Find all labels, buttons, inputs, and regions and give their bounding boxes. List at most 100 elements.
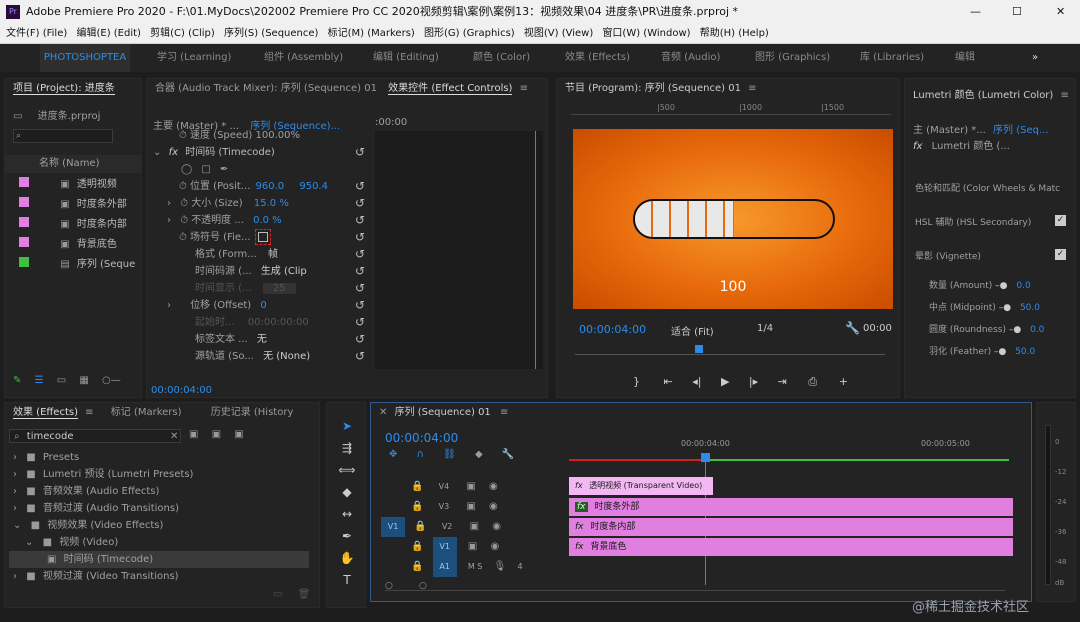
- panel-menu-icon[interactable]: ≡: [500, 407, 508, 418]
- collapse-arrow-icon[interactable]: ⌄: [13, 520, 21, 531]
- workspace-assembly[interactable]: 组件 (Assembly): [264, 44, 343, 72]
- param-slider[interactable]: –●: [995, 281, 1007, 291]
- reset-icon[interactable]: ↺: [355, 263, 365, 280]
- panel-menu-icon[interactable]: ≡: [520, 83, 528, 94]
- track-label[interactable]: A1: [432, 557, 457, 577]
- markers-tab[interactable]: 标记 (Markers): [111, 407, 182, 418]
- source-patch-v1[interactable]: V1: [381, 517, 405, 537]
- effects-search-input[interactable]: ⌕ timecode ✕: [9, 429, 181, 443]
- eye-icon[interactable]: ◉: [492, 521, 501, 532]
- sync-lock-icon[interactable]: ▣: [468, 541, 477, 552]
- expand-arrow-icon[interactable]: ›: [13, 469, 17, 480]
- expand-arrow-icon[interactable]: ›: [167, 198, 171, 209]
- audio-mixer-tab[interactable]: 合器 (Audio Track Mixer): 序列 (Sequence) 01: [155, 83, 377, 94]
- program-timecode[interactable]: 00:00:04:00: [579, 323, 646, 336]
- label-text-dropdown[interactable]: 无: [257, 334, 267, 345]
- sync-lock-icon[interactable]: ▣: [470, 521, 479, 532]
- play-icon[interactable]: ▶: [721, 375, 729, 388]
- reset-icon[interactable]: ↺: [355, 280, 365, 297]
- effects-item-selected[interactable]: ▣ 时间码 (Timecode): [9, 551, 309, 568]
- add-marker-icon[interactable]: ◆: [475, 449, 483, 460]
- button-editor-icon[interactable]: +: [839, 375, 848, 388]
- ripple-edit-tool-icon[interactable]: ⟺: [337, 463, 357, 485]
- reset-icon[interactable]: ↺: [355, 178, 365, 195]
- linked-selection-icon[interactable]: ⛓: [443, 449, 456, 460]
- timeline-playhead-head[interactable]: [701, 453, 710, 462]
- reset-icon[interactable]: ↺: [355, 195, 365, 212]
- type-tool-icon[interactable]: T: [337, 573, 357, 595]
- export-frame-icon[interactable]: ⎙: [808, 375, 817, 388]
- effects-folder[interactable]: ⌄ ■ 视频 (Video): [9, 534, 309, 551]
- close-window-button[interactable]: ✕: [1056, 0, 1065, 24]
- new-bin-icon[interactable]: ▭: [273, 589, 282, 600]
- clip-progress-inner[interactable]: fx 时度条内部: [569, 518, 1013, 536]
- clip-transparent-video[interactable]: fx 透明视频 (Transparent Video): [569, 477, 713, 495]
- rect-mask-icon[interactable]: □: [201, 164, 210, 175]
- workspace-effects[interactable]: 效果 (Effects): [565, 44, 630, 72]
- expand-arrow-icon[interactable]: ⌄: [153, 147, 161, 158]
- panel-menu-icon[interactable]: ≡: [1061, 90, 1069, 101]
- effects-folder[interactable]: › ■ Presets: [9, 449, 309, 466]
- hand-tool-icon[interactable]: ✋: [337, 551, 357, 573]
- clip-background[interactable]: fx 背景底色: [569, 538, 1013, 556]
- lock-icon[interactable]: 🔒: [411, 541, 423, 552]
- timeline-scrollbar[interactable]: ○ ○: [385, 581, 1005, 591]
- menu-clip[interactable]: 剪辑(C) (Clip): [150, 28, 215, 39]
- pen-tool-icon[interactable]: ✒: [337, 529, 357, 551]
- zoom-slider[interactable]: ○—: [102, 375, 121, 386]
- track-label[interactable]: V2: [442, 522, 453, 531]
- lumetri-tab[interactable]: Lumetri 颜色 (Lumetri Color): [913, 90, 1053, 101]
- param-slider[interactable]: –●: [1009, 325, 1021, 335]
- menu-view[interactable]: 视图(V) (View): [524, 28, 593, 39]
- reset-icon[interactable]: ↺: [355, 348, 365, 365]
- maximize-button[interactable]: ☐: [1012, 0, 1022, 24]
- stopwatch-icon[interactable]: ⏱: [179, 232, 187, 243]
- workspace-graphics[interactable]: 图形 (Graphics): [755, 44, 830, 72]
- track-label[interactable]: V4: [439, 482, 450, 491]
- source-track-dropdown[interactable]: 无 (None): [263, 351, 310, 362]
- delete-icon[interactable]: 🗑: [298, 589, 311, 600]
- project-item[interactable]: ▣ 背景底色: [5, 235, 141, 255]
- field-checkbox[interactable]: [254, 229, 271, 245]
- expand-arrow-icon[interactable]: ›: [167, 300, 171, 311]
- wrench-icon[interactable]: 🔧: [845, 321, 860, 335]
- effects-folder[interactable]: › ■ Lumetri 预设 (Lumetri Presets): [9, 466, 309, 483]
- format-dropdown[interactable]: 帧: [268, 249, 278, 260]
- resolution-dropdown[interactable]: 1/4: [757, 323, 773, 334]
- project-item[interactable]: ▣ 透明视频: [5, 175, 141, 195]
- freeform-view-icon[interactable]: ▦: [79, 375, 88, 386]
- effects-folder[interactable]: › ■ 音频效果 (Audio Effects): [9, 483, 309, 500]
- project-tab[interactable]: 项目 (Project): 进度条: [13, 83, 115, 95]
- effect-controls-tab[interactable]: 效果控件 (Effect Controls): [388, 83, 513, 95]
- mark-out-icon[interactable]: }: [633, 375, 640, 388]
- accelerated-effects-icon[interactable]: ▣: [189, 429, 198, 440]
- go-to-out-icon[interactable]: ⇥: [778, 375, 787, 388]
- clear-search-icon[interactable]: ✕: [170, 430, 178, 444]
- menu-window[interactable]: 窗口(W) (Window): [602, 28, 690, 39]
- razor-tool-icon[interactable]: ◆: [337, 485, 357, 507]
- program-scrubber[interactable]: [575, 345, 885, 355]
- workspace-editing[interactable]: 编辑 (Editing): [373, 44, 439, 72]
- reset-icon[interactable]: ↺: [355, 246, 365, 263]
- reset-icon[interactable]: ↺: [355, 297, 365, 314]
- menu-edit[interactable]: 编辑(E) (Edit): [76, 28, 140, 39]
- reset-icon[interactable]: ↺: [355, 144, 365, 161]
- clip-progress-outer[interactable]: fx 时度条外部: [569, 498, 1013, 516]
- fit-dropdown[interactable]: 适合 (Fit): [671, 323, 714, 338]
- reset-icon[interactable]: ↺: [355, 212, 365, 229]
- slip-tool-icon[interactable]: ↔: [337, 507, 357, 529]
- menu-file[interactable]: 文件(F) (File): [6, 28, 67, 39]
- pencil-icon[interactable]: ✎: [13, 375, 21, 386]
- workspace-more-button[interactable]: »: [1032, 44, 1038, 72]
- program-playhead[interactable]: [695, 345, 703, 353]
- workspace-learning[interactable]: 学习 (Learning): [157, 44, 231, 72]
- lock-icon[interactable]: 🔒: [411, 501, 423, 512]
- reset-icon[interactable]: ↺: [355, 229, 365, 246]
- project-search-input[interactable]: ⌕: [13, 129, 113, 143]
- microphone-icon[interactable]: 🎙: [494, 561, 507, 572]
- expand-arrow-icon[interactable]: ›: [167, 215, 171, 226]
- lock-icon[interactable]: 🔒: [414, 521, 426, 532]
- stopwatch-icon[interactable]: ⏱: [180, 215, 188, 226]
- source-dropdown[interactable]: 生成 (Clip: [261, 266, 307, 277]
- step-forward-icon[interactable]: |▸: [749, 375, 758, 388]
